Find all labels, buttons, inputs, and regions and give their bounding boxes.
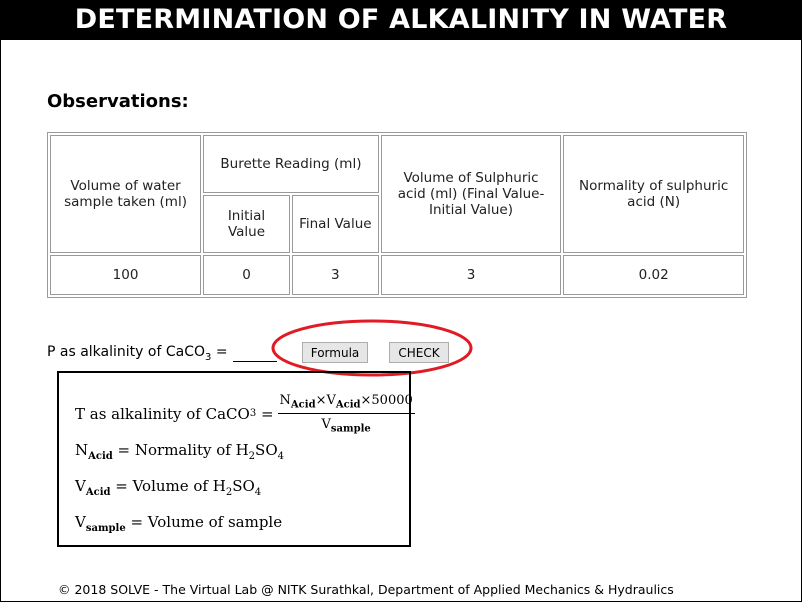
cell-final-value: 3 [291,255,379,295]
n-acid-definition: NAcid = Normality of H2SO4 [75,441,284,462]
header-normality: Normality of sulphuric acid (N) [563,135,744,253]
check-button[interactable]: CHECK [389,342,449,363]
footer-copyright: © 2018 SOLVE - The Virtual Lab @ NITK Su… [58,582,674,597]
header-burette-reading: Burette Reading (ml) [203,135,379,193]
table-row: 100 0 3 3 0.02 [50,255,744,295]
page-title: DETERMINATION OF ALKALINITY IN WATER [0,0,802,40]
t-alkalinity-formula: T as alkalinity of CaCO 3 = NAcid×VAcid×5… [75,393,415,435]
formula-button[interactable]: Formula [302,342,368,363]
observations-heading: Observations: [47,91,189,112]
cell-normality: 0.02 [563,255,744,295]
header-final-value: Final Value [291,195,379,253]
formula-box: T as alkalinity of CaCO 3 = NAcid×VAcid×5… [57,371,415,547]
formula-fraction: NAcid×VAcid×50000 Vsample [277,393,415,435]
header-initial-value: Initial Value [203,195,290,253]
cell-volume-water: 100 [50,255,202,295]
header-volume-acid: Volume of Sulphuric acid (ml) (Final Val… [380,135,562,253]
v-acid-definition: VAcid = Volume of H2SO4 [75,477,262,498]
observations-table: Volume of water sample taken (ml) Burett… [47,132,747,298]
header-volume-water: Volume of water sample taken (ml) [50,135,202,253]
p-alkalinity-label: P as alkalinity of CaCO3 = [47,344,228,363]
v-sample-definition: Vsample = Volume of sample [75,513,283,534]
cell-initial-value: 0 [203,255,290,295]
cell-volume-acid: 3 [380,255,562,295]
